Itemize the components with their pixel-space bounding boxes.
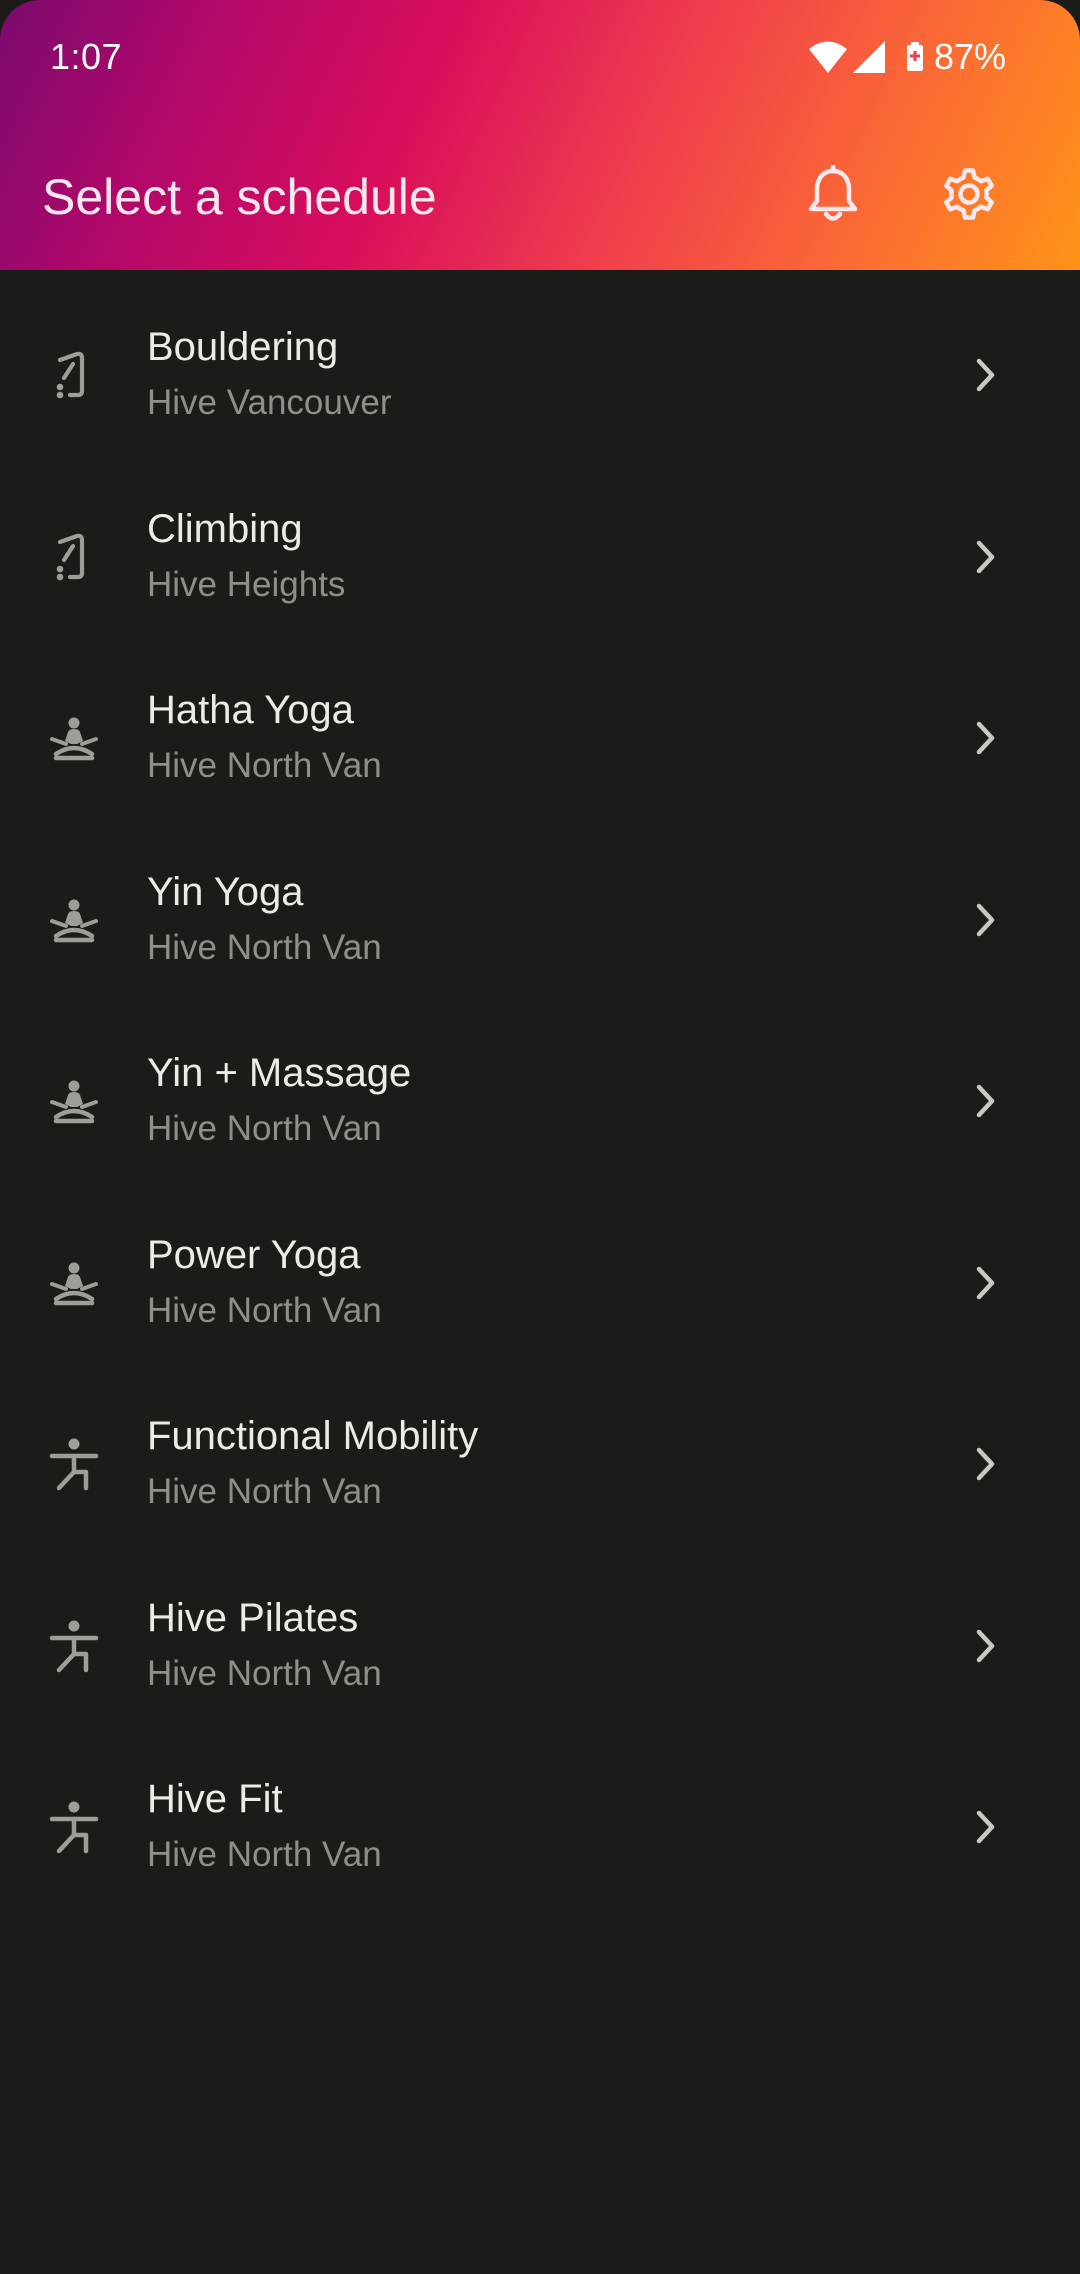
list-item[interactable]: Bouldering Hive Vancouver	[0, 291, 1080, 473]
wifi-icon	[808, 40, 848, 74]
exercise-figure-icon	[44, 1616, 104, 1676]
chevron-right-icon	[968, 355, 1002, 395]
list-item-title: Hive Pilates	[147, 1595, 359, 1640]
chevron-right-icon	[968, 1626, 1002, 1666]
list-item-text: Hive Pilates Hive North Van	[147, 1598, 382, 1691]
climbing-hold-icon	[44, 345, 104, 405]
list-item-subtitle: Hive North Van	[147, 1290, 382, 1330]
chevron-right-icon	[968, 1081, 1002, 1121]
cell-signal-icon	[852, 40, 886, 74]
list-item-subtitle: Hive North Van	[147, 1653, 382, 1693]
schedule-list: Bouldering Hive Vancouver Climbing Hive …	[0, 291, 1080, 1925]
app-header: 1:07 87% Select a schedule	[0, 0, 1080, 270]
list-item-text: Hive Fit Hive North Van	[147, 1779, 382, 1872]
list-item-title: Power Yoga	[147, 1232, 361, 1277]
exercise-figure-icon	[44, 1797, 104, 1857]
list-item-title: Functional Mobility	[147, 1414, 479, 1458]
list-item[interactable]: Hive Pilates Hive North Van	[0, 1562, 1080, 1744]
meditation-icon	[44, 1071, 104, 1131]
battery-icon	[906, 42, 924, 72]
list-item-title: Yin + Massage	[147, 1051, 412, 1095]
list-item-subtitle: Hive Vancouver	[147, 383, 392, 422]
chevron-right-icon	[968, 900, 1002, 940]
list-item-title: Hive Fit	[147, 1777, 283, 1821]
list-item-title: Bouldering	[147, 325, 339, 369]
gear-icon	[940, 165, 998, 228]
chevron-right-icon	[968, 1263, 1002, 1303]
list-item[interactable]: Power Yoga Hive North Van	[0, 1199, 1080, 1381]
screen: 1:07 87% Select a schedule Bouldering Hi…	[0, 0, 1080, 2274]
list-item[interactable]: Yin Yoga Hive North Van	[0, 836, 1080, 1018]
list-item-title: Climbing	[147, 506, 303, 551]
list-item-subtitle: Hive North Van	[147, 746, 382, 785]
list-item-subtitle: Hive Heights	[147, 564, 346, 604]
list-item-title: Hatha Yoga	[147, 688, 354, 732]
list-item-subtitle: Hive North Van	[147, 1472, 382, 1511]
list-item-text: Yin + Massage Hive North Van	[147, 1053, 411, 1146]
list-item-subtitle: Hive North Van	[147, 927, 382, 967]
list-item[interactable]: Yin + Massage Hive North Van	[0, 1017, 1080, 1199]
chevron-right-icon	[968, 1444, 1002, 1484]
list-item[interactable]: Functional Mobility Hive North Van	[0, 1380, 1080, 1562]
list-item-title: Yin Yoga	[147, 869, 304, 914]
list-item-subtitle: Hive North Van	[147, 1109, 382, 1148]
list-item-text: Hatha Yoga Hive North Van	[147, 690, 382, 783]
exercise-figure-icon	[44, 1434, 104, 1494]
status-time: 1:07	[50, 36, 123, 77]
list-item[interactable]: Hatha Yoga Hive North Van	[0, 654, 1080, 836]
list-item[interactable]: Hive Fit Hive North Van	[0, 1743, 1080, 1925]
meditation-icon	[44, 890, 104, 950]
chevron-right-icon	[968, 1807, 1002, 1847]
climbing-hold-icon	[44, 527, 104, 587]
page-title: Select a schedule	[42, 169, 437, 225]
list-item-text: Climbing Hive Heights	[147, 509, 345, 602]
battery-level: 87%	[933, 36, 1006, 77]
list-item-subtitle: Hive North Van	[147, 1835, 382, 1874]
bell-icon	[805, 164, 861, 228]
meditation-icon	[44, 708, 104, 768]
meditation-icon	[44, 1253, 104, 1313]
list-item-text: Functional Mobility Hive North Van	[147, 1416, 478, 1509]
chevron-right-icon	[968, 537, 1002, 577]
status-icons: 87%	[808, 34, 1006, 80]
list-item[interactable]: Climbing Hive Heights	[0, 473, 1080, 655]
notifications-button[interactable]	[797, 160, 869, 232]
list-item-text: Power Yoga Hive North Van	[147, 1235, 382, 1328]
status-bar: 1:07 87%	[0, 0, 1080, 120]
list-item-text: Bouldering Hive Vancouver	[147, 327, 391, 420]
chevron-right-icon	[968, 718, 1002, 758]
list-item-text: Yin Yoga Hive North Van	[147, 872, 382, 965]
settings-button[interactable]	[933, 160, 1005, 232]
